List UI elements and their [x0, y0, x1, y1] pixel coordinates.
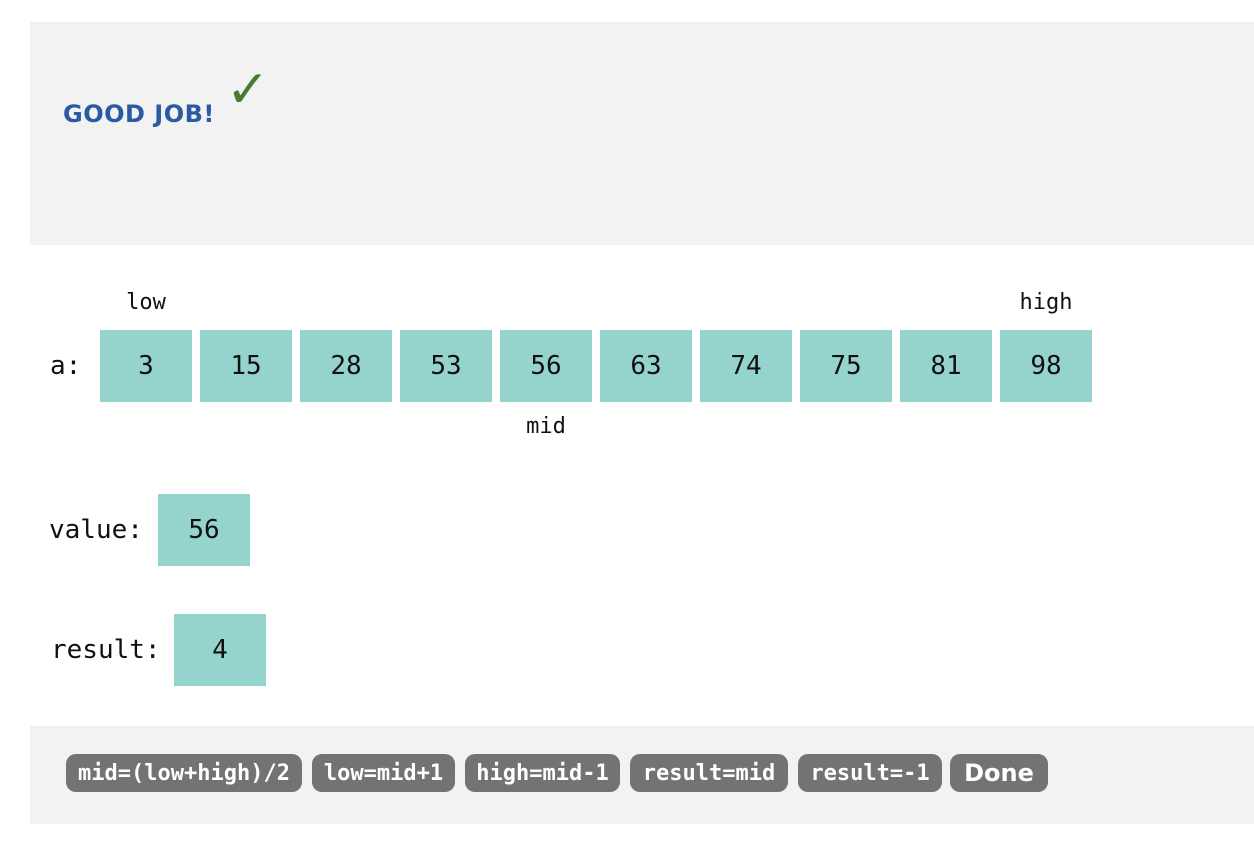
low-pointer-label: low — [126, 290, 166, 315]
array-label: a: — [50, 351, 82, 381]
code-block-palette: mid=(low+high)/2 low=mid+1 high=mid-1 re… — [30, 726, 1254, 824]
array-cell: 81 — [900, 330, 992, 402]
array-cell: 3 — [100, 330, 192, 402]
array-cell: 98 — [1000, 330, 1092, 402]
done-button[interactable]: Done — [950, 754, 1048, 792]
code-block-mid-assign[interactable]: mid=(low+high)/2 — [66, 754, 302, 792]
feedback-panel: GOOD JOB! ✓ — [30, 22, 1254, 245]
code-block-result-neg[interactable]: result=-1 — [798, 754, 942, 792]
check-icon: ✓ — [226, 60, 270, 120]
array-cell: 75 — [800, 330, 892, 402]
array-cell: 74 — [700, 330, 792, 402]
array-cell: 15 — [200, 330, 292, 402]
array-cell: 53 — [400, 330, 492, 402]
array-cell: 63 — [600, 330, 692, 402]
result-cell: 4 — [174, 614, 266, 686]
value-cell: 56 — [158, 494, 250, 566]
value-label: value: — [49, 515, 143, 545]
result-label: result: — [51, 635, 161, 665]
feedback-message: GOOD JOB! — [63, 100, 215, 128]
code-block-high-assign[interactable]: high=mid-1 — [465, 754, 620, 792]
array-cell: 56 — [500, 330, 592, 402]
mid-pointer-label: mid — [526, 414, 566, 439]
code-block-result-mid[interactable]: result=mid — [630, 754, 788, 792]
high-pointer-label: high — [1019, 290, 1073, 315]
array-cell: 28 — [300, 330, 392, 402]
code-block-low-assign[interactable]: low=mid+1 — [312, 754, 455, 792]
